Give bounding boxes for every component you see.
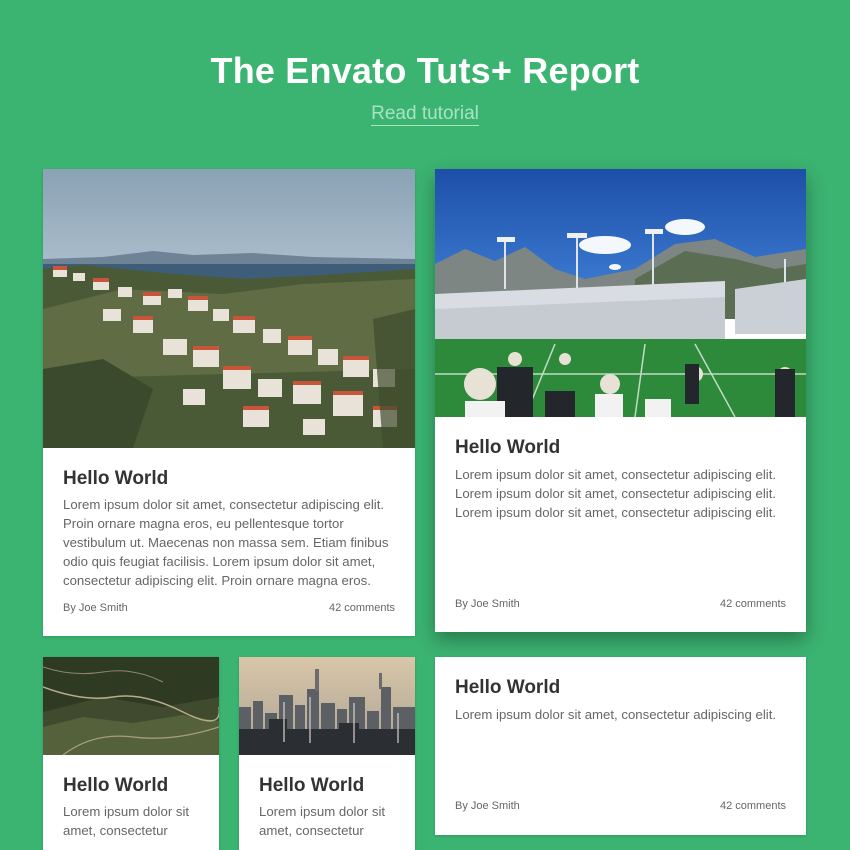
- card-image-city-skyline[interactable]: [239, 657, 415, 755]
- card-comments-link[interactable]: 42 comments: [329, 602, 395, 614]
- card-image-stadium[interactable]: [435, 169, 806, 417]
- card-image-coastal-town[interactable]: [43, 169, 415, 448]
- coastal-town-image: [43, 169, 415, 448]
- card-image-aerial-landscape[interactable]: [43, 657, 219, 755]
- read-tutorial-link[interactable]: Read tutorial: [371, 103, 479, 126]
- card-author: By Joe Smith: [455, 800, 520, 812]
- stadium-image: [435, 169, 806, 417]
- card-excerpt: Lorem ipsum dolor sit amet, consectetur: [63, 804, 190, 838]
- article-card-3[interactable]: Hello World Lorem ipsum dolor sit amet, …: [43, 657, 219, 850]
- card-title[interactable]: Hello World: [63, 775, 207, 797]
- card-author: By Joe Smith: [455, 598, 520, 610]
- read-tutorial-link-wrapper: Read tutorial: [0, 103, 850, 126]
- card-title[interactable]: Hello World: [259, 775, 403, 797]
- article-card-1[interactable]: Hello World Lorem ipsum dolor sit amet, …: [43, 169, 415, 636]
- card-excerpt: Lorem ipsum dolor sit amet, consectetur …: [455, 707, 777, 722]
- card-title[interactable]: Hello World: [455, 437, 794, 459]
- card-excerpt: Lorem ipsum dolor sit amet, consectetur …: [455, 467, 777, 520]
- article-card-2[interactable]: Hello World Lorem ipsum dolor sit amet, …: [435, 169, 806, 632]
- card-excerpt: Lorem ipsum dolor sit amet, consectetur: [259, 804, 386, 838]
- article-card-5[interactable]: Hello World Lorem ipsum dolor sit amet, …: [435, 657, 806, 835]
- aerial-landscape-image: [43, 657, 219, 755]
- report-page: The Envato Tuts+ Report Read tutorial He…: [0, 0, 850, 850]
- city-skyline-image: [239, 657, 415, 755]
- page-title: The Envato Tuts+ Report: [210, 50, 640, 91]
- card-comments-link[interactable]: 42 comments: [720, 598, 786, 610]
- card-title[interactable]: Hello World: [63, 468, 403, 490]
- card-excerpt: Lorem ipsum dolor sit amet, consectetur …: [63, 497, 389, 588]
- article-card-4[interactable]: Hello World Lorem ipsum dolor sit amet, …: [239, 657, 415, 850]
- card-author: By Joe Smith: [63, 602, 128, 614]
- card-title[interactable]: Hello World: [455, 677, 794, 699]
- card-comments-link[interactable]: 42 comments: [720, 800, 786, 812]
